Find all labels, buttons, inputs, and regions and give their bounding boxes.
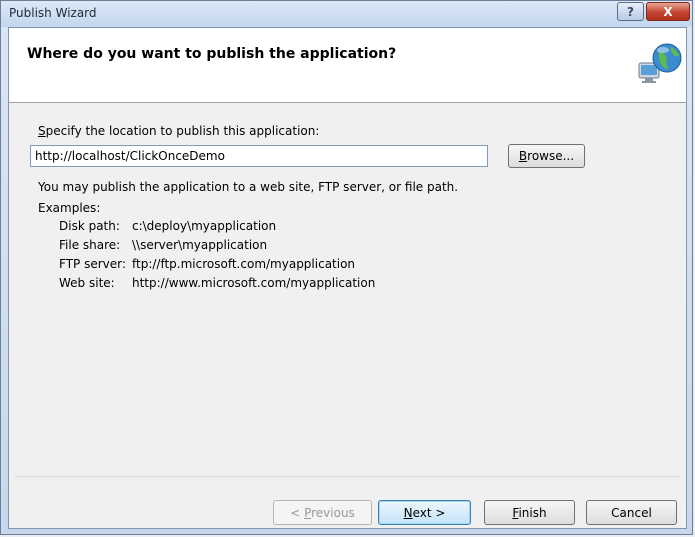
- location-label: Specify the location to publish this app…: [38, 124, 319, 138]
- publish-wizard-window: Publish Wizard ? X Where do you want to …: [0, 0, 693, 535]
- previous-label-text: revious: [311, 505, 355, 520]
- next-button[interactable]: Next >: [378, 500, 471, 525]
- finish-button[interactable]: Finish: [484, 500, 575, 525]
- browse-label-text: rowse...: [527, 149, 575, 163]
- publish-location-input[interactable]: [30, 145, 488, 167]
- publish-info-text: You may publish the application to a web…: [38, 180, 459, 194]
- browse-label: Browse...: [519, 149, 574, 163]
- previous-label: < Previous: [290, 506, 355, 520]
- browse-accel: B: [518, 149, 528, 163]
- location-label-accel: S: [38, 124, 46, 138]
- page-title: Where do you want to publish the applica…: [27, 46, 397, 62]
- footer-divider: [15, 476, 680, 477]
- previous-prefix: <: [290, 505, 305, 520]
- examples-heading: Examples:: [38, 201, 101, 215]
- example-key: File share:: [59, 238, 121, 252]
- finish-label-text: inish: [518, 505, 547, 520]
- help-icon: ?: [627, 4, 634, 19]
- example-value: http://www.microsoft.com/myapplication: [132, 276, 376, 290]
- previous-button[interactable]: < Previous: [273, 500, 372, 525]
- example-key: Disk path:: [59, 219, 120, 233]
- example-value: c:\deploy\myapplication: [132, 219, 277, 233]
- help-button[interactable]: ?: [617, 2, 644, 21]
- browse-button[interactable]: Browse...: [508, 144, 585, 168]
- cancel-button[interactable]: Cancel: [586, 500, 677, 525]
- example-value: \\server\myapplication: [132, 238, 268, 252]
- next-accel: N: [403, 505, 413, 520]
- next-label: Next >: [404, 506, 446, 520]
- window-title: Publish Wizard: [9, 6, 97, 20]
- cancel-label: Cancel: [611, 505, 652, 520]
- globe-computer-icon: [638, 43, 682, 83]
- close-icon: X: [663, 4, 673, 19]
- title-bar[interactable]: Publish Wizard ? X: [1, 1, 692, 27]
- wizard-header: Where do you want to publish the applica…: [9, 28, 686, 103]
- finish-label: Finish: [512, 506, 546, 520]
- wizard-client-area: Where do you want to publish the applica…: [8, 27, 687, 529]
- close-button[interactable]: X: [646, 2, 690, 21]
- example-value: ftp://ftp.microsoft.com/myapplication: [132, 257, 356, 271]
- example-key: FTP server:: [59, 257, 126, 271]
- location-label-text: pecify the location to publish this appl…: [45, 124, 320, 138]
- next-label-text: ext >: [412, 505, 446, 520]
- example-key: Web site:: [59, 276, 115, 290]
